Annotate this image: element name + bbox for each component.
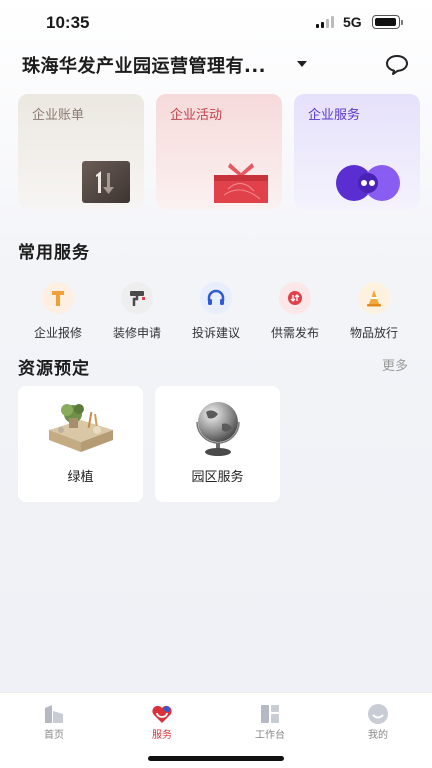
headset-icon bbox=[200, 282, 232, 314]
service-circles-icon bbox=[336, 165, 400, 201]
service-complaint-suggestion[interactable]: 投诉建议 bbox=[176, 280, 256, 342]
home-indicator bbox=[148, 756, 284, 761]
network-type: 5G bbox=[343, 14, 362, 30]
tab-label: 我的 bbox=[368, 730, 388, 741]
service-item-release[interactable]: 物品放行 bbox=[334, 280, 414, 342]
tab-label: 服务 bbox=[152, 730, 172, 741]
card-label: 企业活动 bbox=[170, 108, 223, 123]
resource-label: 园区服务 bbox=[191, 470, 244, 485]
card-enterprise-service[interactable]: 企业服务 bbox=[294, 94, 420, 209]
tab-service[interactable]: 服务 bbox=[108, 699, 216, 741]
resource-park-service[interactable]: 园区服务 bbox=[155, 386, 280, 502]
resource-label: 绿植 bbox=[67, 470, 94, 485]
cone-icon bbox=[358, 282, 390, 314]
resources-title: 资源预定 bbox=[18, 359, 90, 379]
gift-icon bbox=[214, 163, 268, 203]
header: 珠海华发产业园运营管理有... bbox=[0, 46, 432, 82]
paint-roller-icon bbox=[121, 282, 153, 314]
card-enterprise-activity[interactable]: 企业活动 bbox=[156, 94, 282, 209]
chevron-down-icon[interactable] bbox=[297, 61, 307, 67]
message-icon[interactable] bbox=[385, 54, 409, 76]
resource-plants[interactable]: 绿植 bbox=[18, 386, 143, 502]
service-label: 物品放行 bbox=[349, 326, 398, 340]
common-services-grid: 企业报修 装修申请 投诉建议 供需发布 物品放行 bbox=[10, 280, 422, 342]
card-label: 企业服务 bbox=[308, 108, 361, 123]
supply-demand-icon bbox=[279, 282, 311, 314]
signal-icon bbox=[316, 16, 336, 28]
status-bar: 10:35 5G bbox=[0, 0, 432, 46]
card-label: 企业账单 bbox=[32, 108, 85, 123]
tab-workbench[interactable]: 工作台 bbox=[216, 699, 324, 741]
service-enterprise-repair[interactable]: 企业报修 bbox=[18, 280, 98, 342]
repair-icon bbox=[42, 282, 74, 314]
service-label: 企业报修 bbox=[33, 326, 82, 340]
battery-icon bbox=[372, 15, 403, 29]
profile-icon bbox=[368, 704, 388, 724]
plant-icon bbox=[49, 404, 113, 452]
service-label: 供需发布 bbox=[270, 326, 319, 340]
dashboard-icon bbox=[261, 705, 279, 723]
home-building-icon bbox=[45, 705, 63, 723]
more-link[interactable]: 更多 bbox=[382, 355, 408, 374]
tab-home[interactable]: 首页 bbox=[0, 699, 108, 741]
card-enterprise-bill[interactable]: 企业账单 bbox=[18, 94, 144, 209]
tab-label: 工作台 bbox=[255, 730, 285, 741]
globe-icon bbox=[196, 402, 240, 456]
top-cards: 企业账单 企业活动 企业服务 bbox=[18, 94, 420, 209]
bill-icon bbox=[82, 161, 130, 203]
tab-mine[interactable]: 我的 bbox=[324, 699, 432, 741]
service-label: 投诉建议 bbox=[191, 326, 240, 340]
resources-grid: 绿植 园区服务 bbox=[18, 386, 280, 502]
status-time: 10:35 bbox=[46, 13, 90, 32]
common-services-title: 常用服务 bbox=[18, 243, 90, 263]
tab-label: 首页 bbox=[44, 730, 64, 741]
service-renovation-application[interactable]: 装修申请 bbox=[97, 280, 177, 342]
service-supply-demand[interactable]: 供需发布 bbox=[255, 280, 335, 342]
heart-service-icon bbox=[152, 705, 172, 723]
service-label: 装修申请 bbox=[112, 326, 161, 340]
org-selector[interactable]: 珠海华发产业园运营管理有... bbox=[22, 52, 266, 78]
